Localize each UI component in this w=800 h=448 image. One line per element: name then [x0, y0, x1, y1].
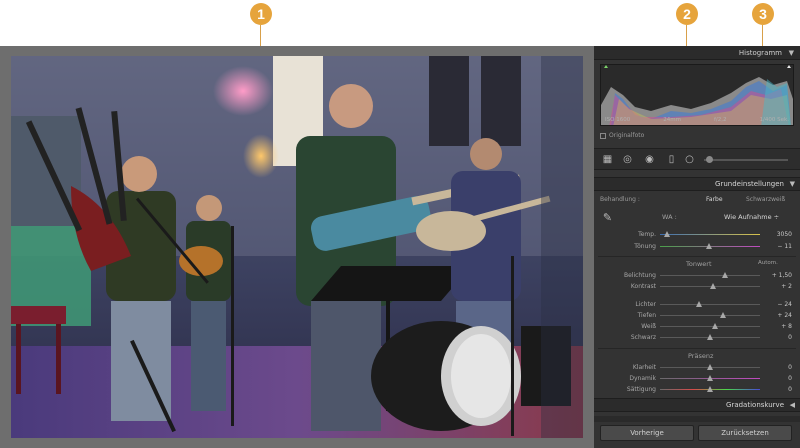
- whites-slider-knob[interactable]: [712, 323, 718, 329]
- vibrance-row[interactable]: Dynamik 0: [594, 374, 800, 383]
- clarity-row[interactable]: Klarheit 0: [594, 363, 800, 372]
- vibrance-label: Dynamik: [629, 375, 656, 382]
- shadows-slider-knob[interactable]: [720, 312, 726, 318]
- original-photo-toggle[interactable]: Originalfoto: [600, 132, 644, 139]
- clarity-slider-knob[interactable]: [707, 364, 713, 370]
- shadow-clip-icon[interactable]: [604, 65, 608, 68]
- whites-slider-track[interactable]: [660, 326, 760, 327]
- highlights-value[interactable]: − 24: [777, 300, 792, 309]
- saturation-row[interactable]: Sättigung 0: [594, 385, 800, 394]
- callout-2: 2: [676, 3, 698, 25]
- callout-1: 1: [250, 3, 272, 25]
- treatment-bw-tab[interactable]: Schwarzweiß: [746, 194, 785, 206]
- contrast-value[interactable]: + 2: [781, 282, 792, 291]
- treatment-row: Behandlung : Farbe Schwarzweiß: [594, 194, 800, 206]
- exposure-slider-knob[interactable]: [722, 272, 728, 278]
- highlights-row[interactable]: Lichter − 24: [594, 300, 800, 309]
- temp-label: Temp.: [638, 231, 656, 238]
- saturation-value[interactable]: 0: [788, 385, 792, 394]
- spot-removal-icon[interactable]: ◎: [622, 154, 633, 165]
- temp-row[interactable]: Temp. 3050: [594, 230, 800, 239]
- treatment-color-tab[interactable]: Farbe: [706, 194, 723, 206]
- concert-photo[interactable]: [11, 56, 583, 438]
- brush-slider-knob[interactable]: [706, 156, 713, 163]
- temp-slider-track[interactable]: [660, 234, 760, 235]
- exposure-label: Belichtung: [623, 272, 656, 279]
- wb-select[interactable]: Wie Aufnahme ÷: [724, 213, 779, 221]
- expand-triangle-icon[interactable]: ◀: [790, 399, 795, 412]
- panel-bottom-strip: [594, 416, 800, 422]
- vibrance-slider-knob[interactable]: [707, 375, 713, 381]
- exif-info: ISO 1600 24mm f/2,2 1/400 Sek.: [601, 117, 793, 123]
- temp-value[interactable]: 3050: [777, 230, 792, 239]
- previous-button[interactable]: Vorherige: [600, 425, 694, 441]
- shadows-row[interactable]: Tiefen + 24: [594, 311, 800, 320]
- exif-aperture: f/2,2: [713, 117, 727, 123]
- saturation-slider-knob[interactable]: [707, 386, 713, 392]
- auto-button[interactable]: Autom.: [758, 260, 778, 266]
- exif-focal: 24mm: [663, 117, 681, 123]
- brush-slider-track[interactable]: [704, 159, 788, 161]
- shadows-label: Tiefen: [637, 312, 656, 319]
- reset-button[interactable]: Zurücksetzen: [698, 425, 792, 441]
- eyedropper-icon[interactable]: ✎: [602, 212, 613, 223]
- clarity-value[interactable]: 0: [788, 363, 792, 372]
- tone-curve-title: Gradationskurve: [726, 401, 784, 409]
- presence-title: Präsenz: [688, 352, 714, 360]
- blacks-value[interactable]: 0: [788, 333, 792, 342]
- crop-grid-icon[interactable]: ▦: [602, 154, 613, 165]
- tint-label: Tönung: [634, 243, 656, 250]
- tone-curve-header[interactable]: Gradationskurve ◀: [594, 398, 800, 412]
- exposure-slider-track[interactable]: [660, 275, 760, 276]
- shadows-value[interactable]: + 24: [777, 311, 792, 320]
- red-eye-icon[interactable]: ◉: [644, 154, 655, 165]
- exposure-value[interactable]: + 1,50: [772, 271, 792, 280]
- blacks-row[interactable]: Schwarz 0: [594, 333, 800, 342]
- wb-label: WA :: [662, 213, 677, 221]
- tint-value[interactable]: − 11: [777, 242, 792, 251]
- highlights-slider-track[interactable]: [660, 304, 760, 305]
- exposure-row[interactable]: Belichtung + 1,50: [594, 271, 800, 280]
- temp-slider-knob[interactable]: [664, 231, 670, 237]
- highlights-slider-knob[interactable]: [696, 301, 702, 307]
- highlight-clip-icon[interactable]: [787, 65, 791, 68]
- blacks-label: Schwarz: [630, 334, 656, 341]
- basic-section-title: Grundeinstellungen: [715, 180, 784, 188]
- blacks-slider-knob[interactable]: [707, 334, 713, 340]
- histogram-title: Histogramm: [738, 49, 782, 57]
- contrast-label: Kontrast: [630, 283, 656, 290]
- treatment-label: Behandlung :: [600, 196, 640, 203]
- tool-strip: ▦ ◎ ◉ ▯ ○: [594, 148, 800, 170]
- histogram[interactable]: ISO 1600 24mm f/2,2 1/400 Sek.: [600, 64, 794, 126]
- highlights-label: Lichter: [635, 301, 656, 308]
- clarity-label: Klarheit: [632, 364, 656, 371]
- collapse-triangle-icon[interactable]: ▼: [789, 46, 794, 60]
- section-divider: [598, 256, 796, 257]
- section-divider: [598, 348, 796, 349]
- basic-section-header[interactable]: Grundeinstellungen ▼: [594, 177, 800, 191]
- contrast-slider-knob[interactable]: [710, 283, 716, 289]
- original-photo-checkbox[interactable]: [600, 132, 606, 139]
- collapse-triangle-icon[interactable]: ▼: [790, 178, 795, 191]
- contrast-row[interactable]: Kontrast + 2: [594, 282, 800, 291]
- photo-frame: [0, 46, 594, 448]
- exif-iso: ISO 1600: [605, 117, 631, 123]
- exif-shutter: 1/400 Sek.: [759, 117, 789, 123]
- shadows-slider-track[interactable]: [660, 315, 760, 316]
- histogram-header[interactable]: Histogramm ▼: [594, 46, 800, 60]
- whites-value[interactable]: + 8: [781, 322, 792, 331]
- radial-filter-icon[interactable]: ○: [684, 154, 695, 165]
- develop-panel: Histogramm ▼ ISO 1600 24mm f/2,2 1/400 S…: [594, 46, 800, 448]
- vibrance-value[interactable]: 0: [788, 374, 792, 383]
- saturation-label: Sättigung: [626, 386, 656, 393]
- original-photo-label: Originalfoto: [609, 132, 645, 139]
- whites-row[interactable]: Weiß + 8: [594, 322, 800, 331]
- graduated-filter-icon[interactable]: ▯: [666, 154, 677, 165]
- callout-3: 3: [752, 3, 774, 25]
- whites-label: Weiß: [641, 323, 656, 330]
- tint-slider-knob[interactable]: [706, 243, 712, 249]
- tone-title: Tonwert: [686, 260, 712, 268]
- tint-row[interactable]: Tönung − 11: [594, 242, 800, 251]
